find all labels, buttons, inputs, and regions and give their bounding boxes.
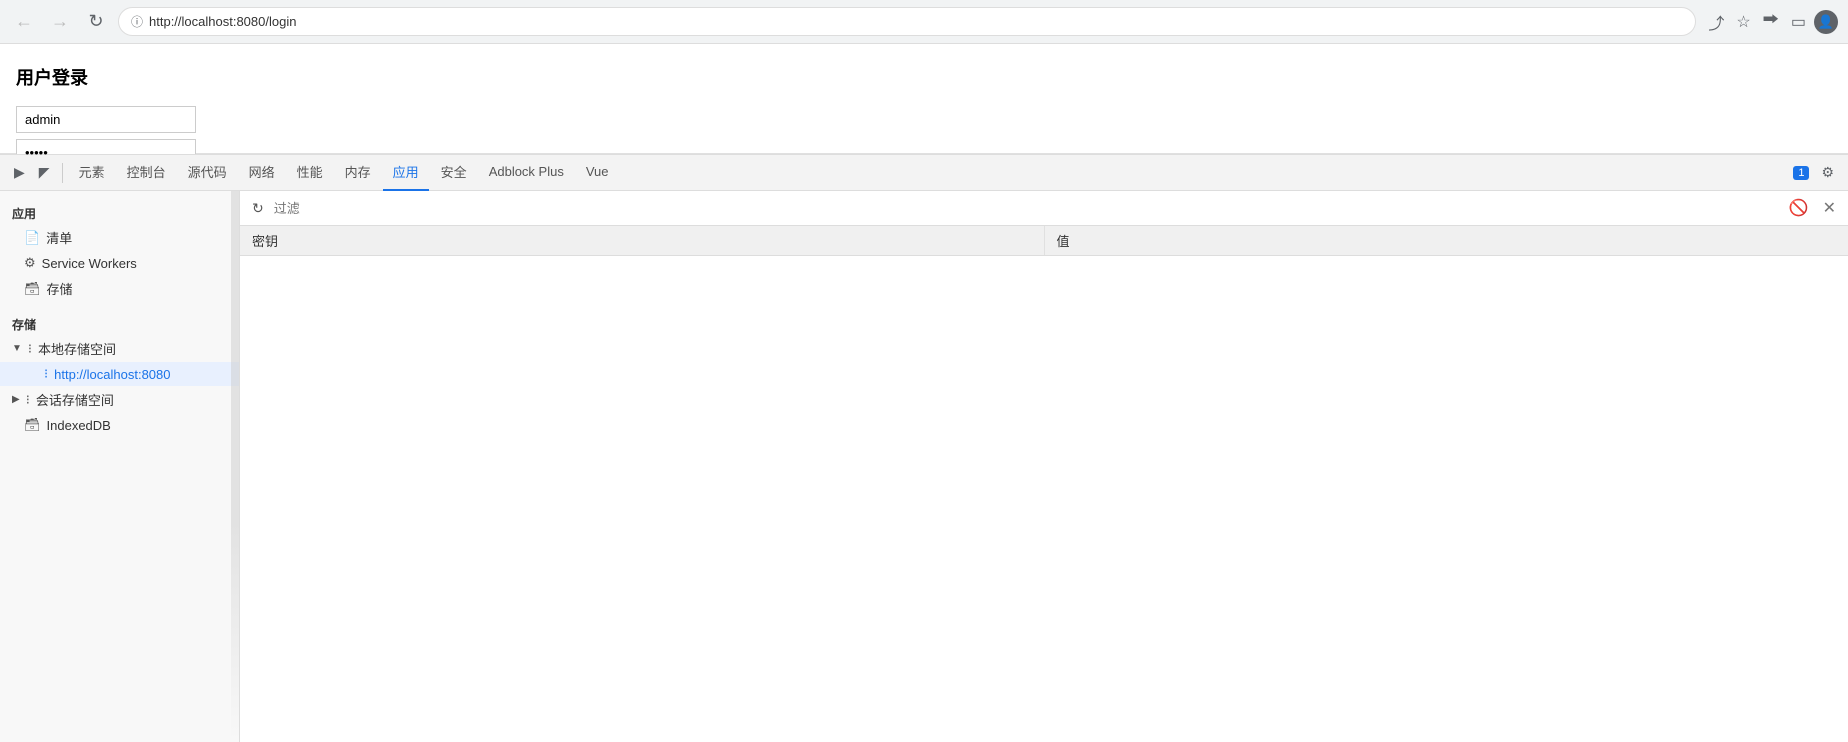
database-icon: 🗃 — [24, 281, 41, 297]
forward-button[interactable]: → — [46, 8, 74, 36]
sidebar-item-manifest-label: 清单 — [46, 228, 72, 247]
manifest-icon: 📄 — [24, 230, 40, 246]
tab-application[interactable]: 应用 — [383, 155, 429, 191]
tab-adblock[interactable]: Adblock Plus — [479, 155, 574, 191]
sidebar-item-storage-label: 存储 — [47, 279, 73, 298]
share-icon[interactable]: ⤴ — [1704, 6, 1728, 38]
sidebar-section-app: 应用 — [0, 199, 239, 224]
session-grid-icon: ⁝ — [26, 392, 30, 408]
device-toolbar-button[interactable]: ◤ — [33, 160, 56, 185]
split-icon[interactable]: ▭ — [1787, 8, 1810, 36]
data-table: 密钥 值 — [240, 226, 1848, 256]
grid-icon: ⁝ — [44, 366, 48, 382]
table-wrapper: 密钥 值 — [240, 226, 1848, 742]
tab-vue[interactable]: Vue — [576, 155, 619, 191]
profile-icon[interactable]: 👤 — [1814, 10, 1838, 34]
panel-clear-button[interactable]: 🚫 — [1785, 196, 1813, 220]
tab-security[interactable]: 安全 — [431, 155, 477, 191]
tab-console[interactable]: 控制台 — [117, 155, 176, 191]
sidebar-item-indexeddb[interactable]: 🗃 IndexedDB — [0, 413, 239, 437]
tab-elements[interactable]: 元素 — [69, 155, 115, 191]
col-header-key: 密钥 — [240, 226, 1044, 256]
sidebar-item-session-storage[interactable]: ▶ ⁝ 会话存储空间 — [0, 386, 239, 413]
username-input[interactable] — [16, 106, 196, 133]
sidebar-scrollbar[interactable] — [231, 191, 239, 742]
page-content: 用户登录 进入系统 — [0, 44, 1848, 154]
devtools-settings-button[interactable]: ⚙ — [1815, 160, 1840, 185]
page-title: 用户登录 — [16, 64, 1832, 90]
tab-network[interactable]: 网络 — [239, 155, 285, 191]
extension-icon[interactable]: 🠲 — [1759, 4, 1783, 39]
lock-icon: ⓘ — [131, 13, 143, 30]
sidebar-item-local-storage[interactable]: ▼ ⁝ 本地存储空间 — [0, 335, 239, 362]
sidebar-item-manifest[interactable]: 📄 清单 — [0, 224, 239, 251]
devtools-toolbar: ▶ ◤ 元素 控制台 源代码 网络 性能 内存 应用 安全 Adblock Pl… — [0, 155, 1848, 191]
reload-button[interactable]: ↻ — [82, 8, 110, 36]
devtools-body: 应用 📄 清单 ⚙ Service Workers 🗃 存储 存储 ▼ ⁝ 本地… — [0, 191, 1848, 742]
sidebar-item-indexeddb-label: IndexedDB — [47, 418, 111, 433]
panel-close-button[interactable]: ✕ — [1819, 196, 1840, 220]
sidebar-item-service-workers[interactable]: ⚙ Service Workers — [0, 251, 239, 275]
filter-input[interactable] — [274, 201, 1779, 216]
url-text: http://localhost:8080/login — [149, 14, 296, 29]
chevron-right-icon: ▶ — [12, 394, 20, 405]
sidebar-item-service-workers-label: Service Workers — [42, 256, 137, 271]
tab-memory[interactable]: 内存 — [335, 155, 381, 191]
local-storage-grid-icon: ⁝ — [28, 341, 32, 357]
tab-performance[interactable]: 性能 — [287, 155, 333, 191]
sidebar-section-storage: 存储 — [0, 310, 239, 335]
console-badge: 1 — [1793, 166, 1809, 180]
col-header-value: 值 — [1044, 226, 1848, 256]
browser-chrome: ← → ↻ ⓘ http://localhost:8080/login ⤴ ☆ … — [0, 0, 1848, 44]
inspect-element-button[interactable]: ▶ — [8, 160, 31, 185]
sidebar-item-session-storage-label: 会话存储空间 — [36, 390, 114, 409]
address-bar[interactable]: ⓘ http://localhost:8080/login — [118, 7, 1696, 36]
sidebar-item-localhost-label: http://localhost:8080 — [54, 367, 170, 382]
gear-icon: ⚙ — [24, 255, 36, 271]
devtools: ▶ ◤ 元素 控制台 源代码 网络 性能 内存 应用 安全 Adblock Pl… — [0, 154, 1848, 742]
browser-actions: ⤴ ☆ 🠲 ▭ 👤 — [1704, 4, 1838, 39]
toolbar-divider — [62, 163, 63, 183]
star-icon[interactable]: ☆ — [1732, 8, 1754, 36]
panel-toolbar: ↻ 🚫 ✕ — [240, 191, 1848, 226]
back-button[interactable]: ← — [10, 8, 38, 36]
devtools-main-panel: ↻ 🚫 ✕ 密钥 值 — [240, 191, 1848, 742]
sidebar-item-storage[interactable]: 🗃 存储 — [0, 275, 239, 302]
tab-source[interactable]: 源代码 — [178, 155, 237, 191]
devtools-sidebar: 应用 📄 清单 ⚙ Service Workers 🗃 存储 存储 ▼ ⁝ 本地… — [0, 191, 240, 742]
chevron-down-icon: ▼ — [12, 343, 22, 354]
sidebar-item-localhost[interactable]: ⁝ http://localhost:8080 — [0, 362, 239, 386]
sidebar-item-local-storage-label: 本地存储空间 — [38, 339, 116, 358]
indexeddb-icon: 🗃 — [24, 417, 41, 433]
panel-refresh-button[interactable]: ↻ — [248, 198, 268, 219]
